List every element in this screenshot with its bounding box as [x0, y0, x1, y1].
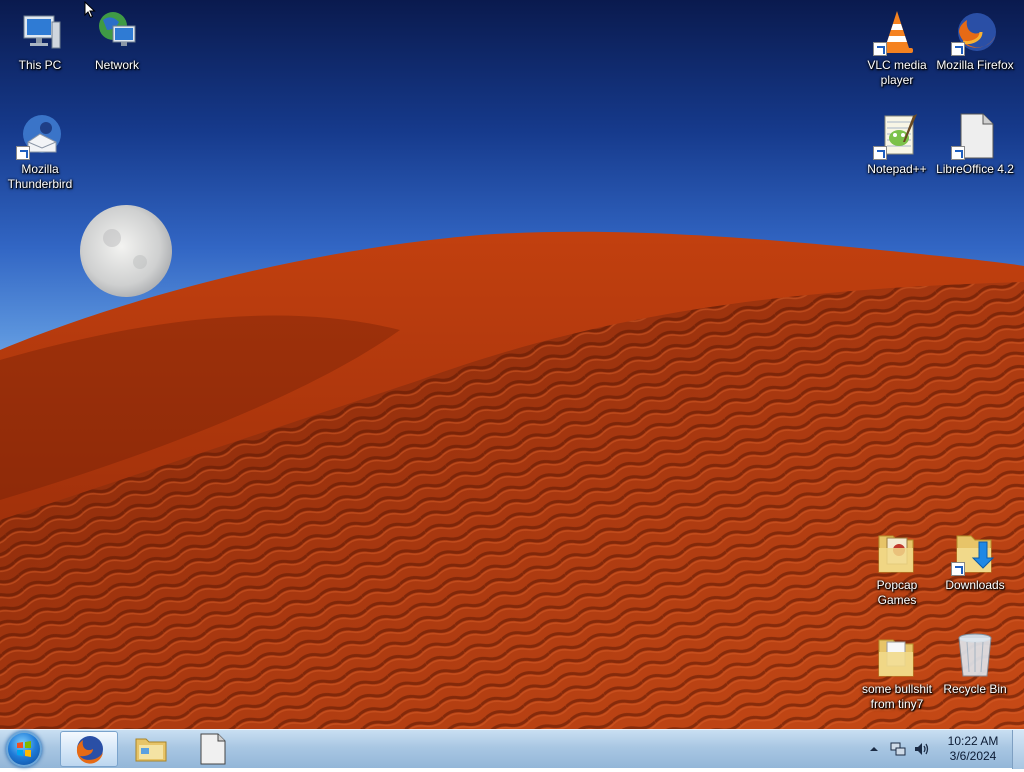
- icon-label: some bullshit from tiny7: [861, 682, 933, 711]
- thunderbird-icon: [16, 112, 64, 160]
- icon-label: This PC: [18, 58, 62, 72]
- firefox-icon: [76, 736, 103, 764]
- desktop-icon-vlc[interactable]: VLC media player: [857, 8, 937, 88]
- desktop-icon-popcap-games[interactable]: Popcap Games: [857, 528, 937, 608]
- show-desktop-button[interactable]: [1012, 730, 1024, 769]
- desktop-icon-downloads[interactable]: Downloads: [935, 528, 1015, 593]
- desktop-icon-firefox[interactable]: Mozilla Firefox: [935, 8, 1015, 73]
- vlc-cone-icon: [873, 8, 921, 56]
- downloads-folder-icon: [951, 528, 999, 576]
- volume-tray-icon[interactable]: [913, 740, 931, 758]
- icon-label: Mozilla Thunderbird: [7, 162, 73, 191]
- taskbar-document-button[interactable]: [185, 731, 243, 767]
- shortcut-arrow-icon: [951, 146, 965, 160]
- windows-logo-icon: [17, 741, 31, 757]
- clock-date: 3/6/2024: [949, 749, 997, 763]
- clock[interactable]: 10:22 AM 3/6/2024: [937, 734, 1009, 764]
- desert-wallpaper: [0, 205, 1024, 729]
- network-tray-icon[interactable]: [889, 740, 907, 758]
- shortcut-arrow-icon: [873, 42, 887, 56]
- icon-label: Popcap Games: [876, 578, 918, 607]
- icon-label: Recycle Bin: [943, 682, 1007, 696]
- show-hidden-icons-button[interactable]: [869, 744, 879, 754]
- mouse-cursor-icon: [84, 1, 96, 19]
- taskbar-file-explorer-button[interactable]: [123, 731, 181, 767]
- moon: [80, 205, 172, 297]
- network-icon: [93, 8, 141, 56]
- file-explorer-icon: [135, 738, 167, 762]
- desktop-icon-recycle-bin[interactable]: Recycle Bin: [935, 632, 1015, 697]
- document-icon: [200, 733, 226, 765]
- firefox-icon: [951, 8, 999, 56]
- shortcut-arrow-icon: [873, 146, 887, 160]
- desktop-icon-notepadpp[interactable]: Notepad++: [857, 112, 937, 177]
- shortcut-arrow-icon: [951, 562, 965, 576]
- icon-label: Downloads: [945, 578, 1005, 592]
- icon-label: Network: [94, 58, 139, 72]
- recycle-bin-icon: [951, 632, 999, 680]
- desktop-icon-thunderbird[interactable]: Mozilla Thunderbird: [0, 112, 80, 192]
- shortcut-arrow-icon: [16, 146, 30, 160]
- notepadpp-icon: [873, 112, 921, 160]
- libreoffice-document-icon: [951, 112, 999, 160]
- folder-icon: [873, 528, 921, 576]
- clock-time: 10:22 AM: [947, 734, 999, 748]
- desktop[interactable]: This PC Network Mozilla Thunderbird VLC …: [0, 0, 1024, 729]
- start-button[interactable]: [6, 731, 42, 767]
- taskbar-firefox-button[interactable]: [60, 731, 118, 767]
- folder-icon: [873, 632, 921, 680]
- icon-label: VLC media player: [867, 58, 927, 87]
- desktop-icon-tiny7-folder[interactable]: some bullshit from tiny7: [857, 632, 937, 712]
- icon-label: Notepad++: [867, 162, 927, 176]
- taskbar: 10:22 AM 3/6/2024: [0, 729, 1024, 769]
- desktop-icon-libreoffice[interactable]: LibreOffice 4.2: [935, 112, 1015, 177]
- icon-label: LibreOffice 4.2: [936, 162, 1014, 176]
- desktop-icon-this-pc[interactable]: This PC: [0, 8, 80, 73]
- this-pc-icon: [16, 8, 64, 56]
- icon-label: Mozilla Firefox: [936, 58, 1014, 72]
- shortcut-arrow-icon: [951, 42, 965, 56]
